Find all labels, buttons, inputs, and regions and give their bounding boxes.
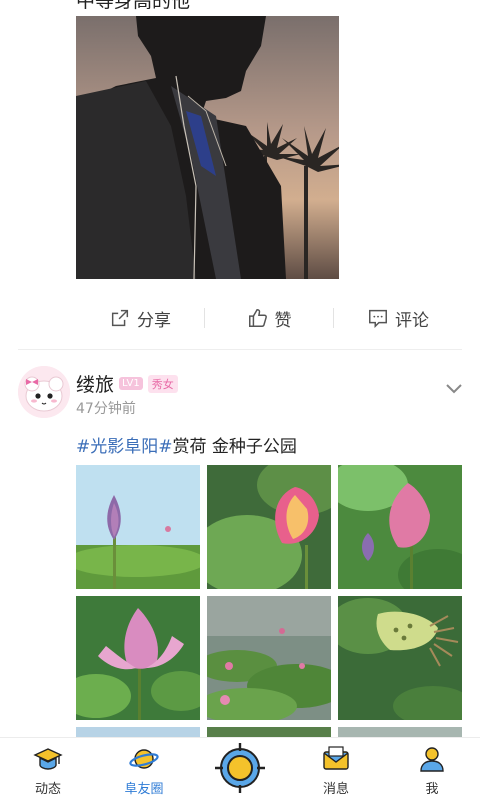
photo-thumbnail[interactable] — [76, 465, 200, 589]
author-name[interactable]: 缕旅 — [76, 370, 114, 397]
nav-label: 阜友圈 — [124, 782, 164, 797]
planet-icon — [129, 749, 159, 769]
nav-messages[interactable]: 消息 — [288, 738, 384, 800]
graduation-cap-icon — [33, 748, 63, 770]
photo-thumbnail[interactable] — [338, 727, 462, 737]
photo-thumbnail[interactable] — [207, 596, 331, 720]
comment-button[interactable]: 评论 — [334, 306, 462, 331]
photo-thumbnail[interactable] — [338, 596, 462, 720]
author-row: 缕旅 LV1 秀女 — [76, 370, 178, 397]
comment-icon — [369, 309, 387, 329]
target-icon[interactable] — [213, 741, 267, 795]
nav-me[interactable]: 我 — [384, 738, 480, 800]
envelope-icon — [323, 746, 349, 770]
comment-label: 评论 — [395, 310, 429, 331]
post-action-bar: 分享 赞 评论 — [76, 300, 462, 336]
hashtag-link[interactable]: #光影阜阳 — [76, 437, 158, 457]
photo-thumbnail[interactable] — [76, 727, 200, 737]
post-separator — [18, 349, 462, 350]
like-button[interactable]: 赞 — [205, 306, 333, 331]
like-label: 赞 — [274, 310, 292, 331]
nav-circle[interactable]: 阜友圈 — [96, 738, 192, 800]
avatar[interactable] — [18, 366, 70, 418]
photo-thumbnail[interactable] — [76, 596, 200, 720]
level-badge: LV1 — [119, 377, 143, 390]
title-badge: 秀女 — [147, 374, 178, 393]
previous-post-text: 中等身高的他 — [76, 0, 191, 12]
nav-label: 消息 — [322, 782, 349, 797]
user-icon — [420, 747, 444, 772]
hashtag-link[interactable]: # — [158, 437, 172, 457]
share-icon — [111, 309, 129, 327]
post-time: 47分钟前 — [76, 401, 136, 417]
photo-thumbnail[interactable] — [207, 465, 331, 589]
nav-label: 动态 — [34, 782, 61, 797]
photo-thumbnail[interactable] — [338, 465, 462, 589]
post-image[interactable] — [76, 16, 339, 279]
nav-label: 我 — [425, 782, 439, 797]
photo-thumbnail[interactable] — [207, 727, 331, 737]
share-button[interactable]: 分享 — [76, 306, 204, 331]
post-text: 赏荷 金种子公园 — [172, 437, 297, 457]
chevron-down-icon[interactable] — [444, 380, 464, 396]
nav-dynamic[interactable]: 动态 — [0, 738, 96, 800]
share-label: 分享 — [137, 310, 171, 331]
thumbs-up-icon — [248, 309, 267, 327]
post-content: #光影阜阳#赏荷 金种子公园 — [76, 432, 297, 457]
